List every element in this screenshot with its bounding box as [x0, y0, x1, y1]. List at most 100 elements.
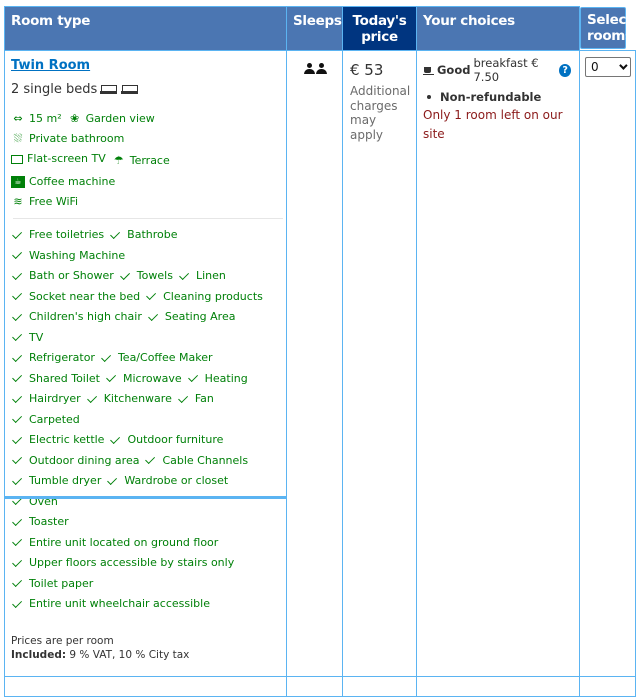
amenity-label: Outdoor dining area	[29, 453, 140, 467]
amenity-item: Outdoor dining area	[12, 451, 140, 471]
checkmark-icon	[12, 392, 23, 403]
amenity-item: Entire unit wheelchair accessible	[12, 594, 210, 614]
amenity-item: Oven	[12, 492, 58, 512]
amenity-item: Tea/Coffee Maker	[101, 348, 213, 368]
checkmark-icon	[101, 351, 111, 362]
facility-label: Private bathroom	[29, 132, 125, 145]
checkmark-icon	[110, 433, 121, 444]
amenity-item: Seating Area	[147, 307, 236, 327]
facility-item: ☕ Coffee machine	[11, 172, 115, 192]
amenity-item: Heating	[187, 369, 248, 389]
amenity-label: Entire unit located on ground floor	[29, 535, 219, 549]
room-table: Room type Sleeps Today's price Your choi…	[4, 6, 636, 697]
included-taxes: Included: 9 % VAT, 10 % City tax	[11, 648, 278, 662]
cancellation-policy: Non-refundable	[423, 90, 573, 104]
amenity-item: Bathrobe	[110, 225, 178, 245]
amenity-label: Toilet paper	[29, 576, 94, 590]
amenity-item: Microwave	[106, 369, 182, 389]
amenity-label: Microwave	[123, 371, 182, 385]
price-note: Prices are per room Included: 9 % VAT, 1…	[11, 634, 278, 676]
room-name-link[interactable]: Twin Room	[11, 58, 90, 73]
header-todays-price: Today's price	[342, 6, 417, 51]
selected-value: 0	[591, 60, 599, 74]
checkmark-icon	[12, 577, 23, 588]
facility-item: Flat-screen TV	[11, 149, 106, 169]
amenity-label: Linen	[195, 269, 226, 282]
coffee-cup-icon	[423, 65, 434, 76]
header-room-type: Room type	[4, 6, 287, 51]
checkmark-icon	[110, 228, 121, 239]
amenity-label: Electric kettle	[29, 433, 105, 446]
amenity-label: Toaster	[29, 515, 69, 528]
header-your-choices: Your choices	[416, 6, 580, 51]
amenity-label: Bathrobe	[127, 228, 178, 241]
amenity-row: Outdoor dining area Cable Channels	[12, 450, 278, 471]
facility-label: Free WiFi	[29, 194, 79, 208]
amenity-label: Hairdryer	[29, 392, 81, 405]
checkmark-icon	[12, 474, 23, 485]
facility-label: Flat-screen TV	[27, 152, 106, 165]
amenity-label: TV	[29, 330, 44, 344]
checkmark-icon	[12, 597, 23, 608]
amenity-label: Refrigerator	[29, 351, 95, 364]
checkmark-icon	[106, 372, 117, 383]
facility-item: ❀ Garden view	[68, 109, 155, 129]
amenity-label: Free toiletries	[29, 228, 105, 241]
amenity-label: Socket near the bed	[29, 289, 141, 303]
breakfast-price: breakfast € 7.50	[473, 56, 539, 84]
amenity-label: Tumble dryer	[29, 474, 102, 487]
breakfast-info: Good breakfast € 7.50 ?	[423, 56, 573, 84]
help-icon[interactable]: ?	[559, 63, 571, 77]
checkmark-icon	[107, 474, 118, 485]
amenity-row: Tumble dryer Wardrobe or closet Oven	[12, 471, 278, 512]
person-icon	[303, 63, 315, 74]
amenity-label: Bath or Shower	[29, 269, 114, 282]
facility-item: ≋ Free WiFi	[11, 192, 78, 212]
room-type-cell: Twin Room 2 single beds ⇔ 15 m² ❀ Garden vi…	[4, 50, 287, 677]
policy-text: Non-refundable	[440, 90, 542, 104]
amenity-item: TV	[12, 328, 44, 348]
facility-label: 15 m²	[29, 112, 62, 125]
bullet-icon	[427, 95, 431, 99]
table-row: Twin Room 2 single beds ⇔ 15 m² ❀ Garden vi…	[4, 50, 636, 677]
amenity-list: Free toiletries Bathrobe Washing Machine Ba…	[11, 225, 278, 615]
amenity-item: Upper floors accessible by stairs only	[12, 553, 234, 573]
amenity-label: Seating Area	[164, 310, 236, 323]
amenity-row: Upper floors accessible by stairs only	[12, 553, 278, 574]
amenity-item: Linen	[179, 266, 226, 286]
amenity-item: Cleaning products	[146, 287, 263, 307]
facility-item: ⇔ 15 m²	[11, 109, 62, 129]
checkmark-icon	[12, 556, 23, 567]
amenity-item: Hairdryer	[12, 389, 81, 409]
bed-text: 2 single beds	[11, 82, 98, 97]
scarcity-message: Only 1 room left on our site	[423, 108, 563, 141]
amenity-item: Socket near the bed	[12, 287, 141, 307]
amenity-label: Oven	[29, 494, 58, 508]
room-price: € 53	[350, 61, 384, 79]
room-quantity-select[interactable]: 0	[585, 57, 631, 77]
amenity-item: Cable Channels	[145, 451, 248, 471]
facility-label: Terrace	[129, 153, 170, 167]
amenity-row: Bath or Shower Towels Linen	[12, 266, 278, 287]
checkmark-icon	[12, 351, 23, 362]
checkmark-icon	[146, 290, 157, 301]
next-price-cell	[342, 676, 417, 697]
amenity-row: Free toiletries Bathrobe Washing Machine	[12, 225, 278, 266]
additional-charges-text: Additional charges may apply	[350, 84, 411, 142]
single-bed-icon	[121, 84, 139, 96]
amenity-item: Free toiletries	[12, 225, 105, 245]
checkmark-icon	[187, 372, 198, 383]
amenity-item: Kitchenware	[86, 389, 172, 409]
next-choices-cell	[416, 676, 580, 697]
amenity-label: Fan	[194, 392, 214, 405]
amenity-row: Children's high chair Seating Area TV	[12, 307, 278, 348]
checkmark-icon	[12, 413, 23, 424]
coffee-machine-icon: ☕	[11, 175, 25, 188]
checkmark-icon	[12, 454, 23, 465]
amenity-row: Electric kettle Outdoor furniture	[12, 430, 278, 451]
amenity-label: Wardrobe or closet	[124, 474, 229, 487]
checkmark-icon	[12, 228, 23, 239]
occupancy-icons	[303, 59, 327, 78]
amenity-item: Outdoor furniture	[110, 430, 223, 450]
person-icon	[315, 63, 327, 74]
